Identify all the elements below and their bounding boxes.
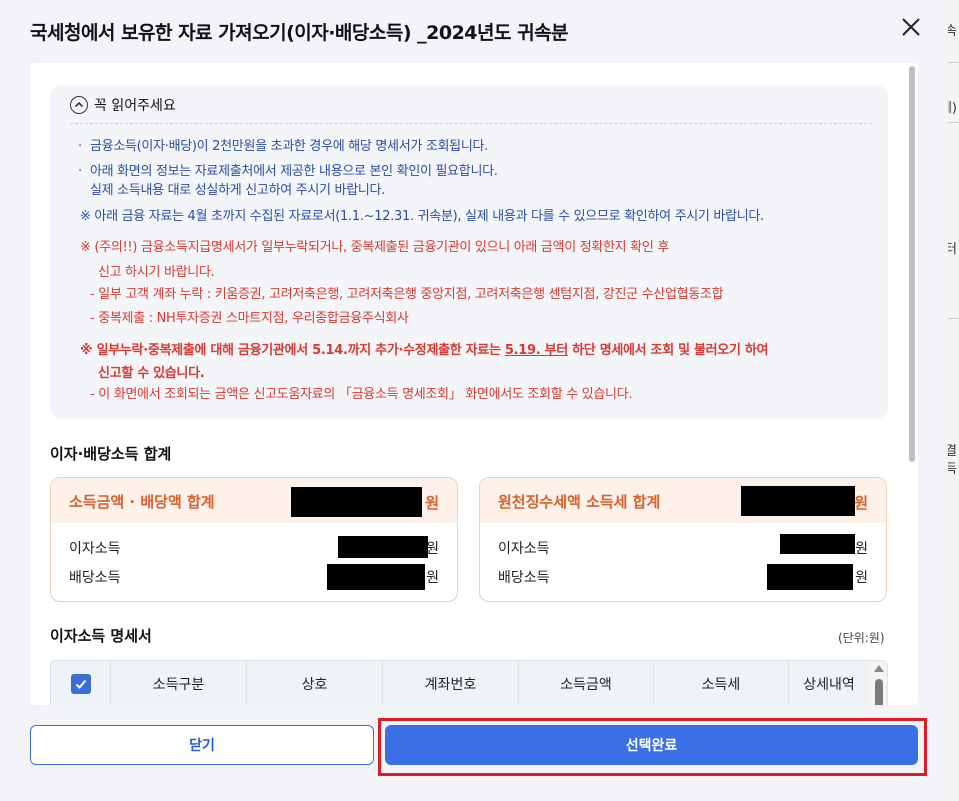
notice-header[interactable]: 꼭 읽어주세요 — [70, 95, 176, 115]
interest-income-label: 이자소득 — [69, 541, 121, 557]
scroll-up-icon[interactable] — [874, 665, 884, 672]
warning-date: 5.19. 부터 — [504, 343, 568, 358]
column-header: 소득구분 — [111, 661, 247, 705]
notice-bold-warning: ※ 일부누락·중복제출에 대해 금융기관에서 5.14.까지 추가·수정제출한 … — [80, 341, 768, 360]
summary-section-title: 이자·배당소득 합계 — [50, 445, 172, 463]
import-data-modal: 국세청에서 보유한 자료 가져오기(이자·배당소득) _2024년도 귀속분 꼭… — [0, 0, 948, 801]
column-header: 상호 — [247, 661, 383, 705]
income-summary-box: 소득금액 · 배당액 합계 원 이자소득 원 배당소득 원 — [50, 477, 458, 602]
notice-line: 실제 소득내용 대로 성실하게 신고하여 주시기 바랍니다. — [90, 183, 386, 198]
tax-summary-box: 원천징수세액 소득세 합계 원 이자소득 원 배당소득 원 — [479, 477, 887, 602]
chevron-up-icon[interactable] — [70, 96, 88, 114]
column-header: 소득금액 — [519, 661, 654, 705]
tax-summary-header: 원천징수세액 소득세 합계 원 — [480, 478, 886, 523]
table-scrollbar[interactable] — [869, 661, 887, 705]
redacted-value — [327, 564, 425, 590]
income-summary-header: 소득금액 · 배당액 합계 원 — [51, 478, 457, 523]
notice-panel: 꼭 읽어주세요 금융소득(이자·배당)이 2천만원을 초과한 경우에 해당 명세… — [50, 85, 888, 419]
notice-line: - 이 화면에서 조회되는 금액은 신고도움자료의 「금융소득 명세조회」 화면… — [90, 387, 633, 402]
notice-divider — [70, 123, 872, 124]
column-header: 소득세 — [654, 661, 789, 705]
notice-line: 신고 하시기 바랍니다. — [98, 265, 215, 280]
currency-unit: 원 — [855, 541, 868, 557]
notice-line: 금융소득(이자·배당)이 2천만원을 초과한 경우에 해당 명세서가 조회됩니다… — [78, 137, 488, 156]
currency-unit: 원 — [426, 541, 439, 557]
background-divider — [947, 62, 959, 63]
confirm-selection-button[interactable]: 선택완료 — [385, 725, 918, 765]
currency-unit: 원 — [425, 494, 439, 512]
notice-line: ※ (주의!!) 금융소득지급명세서가 일부누락되거나, 중복제출된 금융기관이… — [80, 240, 669, 255]
unit-note: (단위:원) — [838, 631, 885, 645]
currency-unit: 원 — [854, 494, 868, 512]
notice-line: 아래 화면의 정보는 자료제출처에서 제공한 내용으로 본인 확인이 필요합니다… — [78, 162, 498, 181]
select-all-checkbox[interactable] — [70, 674, 91, 694]
redacted-value — [338, 536, 428, 558]
detail-section-title: 이자소득 명세서 — [50, 627, 152, 645]
notice-line: - 일부 고객 계좌 누락 : 키움증권, 고려저축은행, 고려저축은행 중앙지… — [90, 287, 724, 302]
notice-line: - 중복제출 : NH투자증권 스마트지점, 우리종합금융주식회사 — [90, 311, 409, 326]
interest-income-label: 이자소득 — [498, 541, 550, 557]
redacted-value — [741, 486, 855, 516]
currency-unit: 원 — [855, 570, 868, 586]
background-divider — [947, 122, 959, 123]
redacted-value — [767, 564, 853, 590]
column-header: 상세내역 — [803, 677, 855, 693]
redacted-value — [780, 534, 855, 554]
content-scrollbar-thumb[interactable] — [909, 66, 915, 462]
notice-line: ※ 아래 금융 자료는 4월 초까지 수집된 자료로서(1.1.~12.31. … — [80, 209, 764, 224]
dividend-income-label: 배당소득 — [69, 570, 121, 586]
notice-bold-warning-cont: 신고할 수 있습니다. — [98, 366, 205, 381]
currency-unit: 원 — [426, 570, 439, 586]
warning-text: ※ 일부누락·중복제출에 대해 금융기관에서 5.14.까지 추가·수정제출한 … — [80, 343, 505, 358]
column-header: 계좌번호 — [383, 661, 519, 705]
notice-heading: 꼭 읽어주세요 — [94, 98, 176, 114]
warning-text: 하단 명세에서 조회 및 불러오기 하여 — [567, 343, 769, 358]
table-scrollbar-thumb[interactable] — [875, 679, 883, 705]
redacted-value — [291, 487, 422, 517]
close-button[interactable]: 닫기 — [30, 725, 374, 765]
tax-summary-label: 원천징수세액 소득세 합계 — [498, 493, 661, 511]
interest-income-table: 소득구분 상호 계좌번호 소득금액 소득세 상세내역 — [50, 660, 888, 705]
select-all-cell — [51, 661, 111, 705]
modal-title: 국세청에서 보유한 자료 가져오기(이자·배당소득) _2024년도 귀속분 — [30, 22, 569, 44]
modal-content[interactable]: 꼭 읽어주세요 금융소득(이자·배당)이 2천만원을 초과한 경우에 해당 명세… — [30, 63, 918, 705]
close-icon[interactable] — [898, 14, 924, 40]
background-divider — [947, 318, 959, 319]
income-summary-label: 소득금액 · 배당액 합계 — [69, 493, 215, 511]
dividend-income-label: 배당소득 — [498, 570, 550, 586]
